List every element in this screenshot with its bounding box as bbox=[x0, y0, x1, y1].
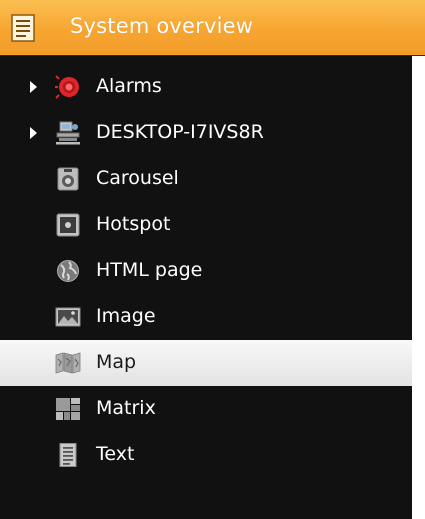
tree-item-alarms[interactable]: Alarms bbox=[0, 64, 412, 110]
tree-item-label: Map bbox=[96, 351, 137, 373]
carousel-icon bbox=[57, 167, 79, 191]
expand-arrow-icon[interactable] bbox=[30, 127, 37, 139]
tree-item-text[interactable]: Text bbox=[0, 432, 412, 478]
tree-item-label: DESKTOP-I7IVS8R bbox=[96, 121, 264, 143]
tree-item-map[interactable]: Map bbox=[0, 340, 412, 386]
system-overview-panel: System overview Alarms DESKTOP-I7IVS8R C… bbox=[0, 0, 425, 519]
globe-icon bbox=[57, 260, 79, 282]
tree-item-label: Image bbox=[96, 305, 156, 327]
hotspot-icon bbox=[56, 213, 80, 237]
tree-item-matrix[interactable]: Matrix bbox=[0, 386, 412, 432]
server-icon bbox=[56, 121, 80, 145]
tree-item-label: Alarms bbox=[96, 75, 162, 97]
tree-item-carousel[interactable]: Carousel bbox=[0, 156, 412, 202]
panel-right-edge bbox=[412, 56, 425, 519]
tree-item-hotspot[interactable]: Hotspot bbox=[0, 202, 412, 248]
image-icon bbox=[55, 307, 81, 327]
list-icon bbox=[11, 14, 35, 42]
panel-header[interactable]: System overview bbox=[0, 0, 425, 56]
tree-item-label: Text bbox=[96, 443, 135, 465]
map-icon bbox=[55, 352, 81, 374]
tree-item-label: Carousel bbox=[96, 167, 179, 189]
matrix-icon bbox=[56, 398, 80, 420]
tree-item-label: Hotspot bbox=[96, 213, 171, 235]
expand-arrow-icon[interactable] bbox=[30, 81, 37, 93]
tree-item-label: HTML page bbox=[96, 259, 203, 281]
panel-title: System overview bbox=[70, 14, 254, 38]
tree-item-html-page[interactable]: HTML page bbox=[0, 248, 412, 294]
tree-item-desktop[interactable]: DESKTOP-I7IVS8R bbox=[0, 110, 412, 156]
alarm-icon bbox=[55, 75, 79, 99]
tree-item-image[interactable]: Image bbox=[0, 294, 412, 340]
system-tree[interactable]: Alarms DESKTOP-I7IVS8R Carousel Hotspot … bbox=[0, 56, 412, 519]
text-document-icon bbox=[59, 443, 77, 467]
tree-item-label: Matrix bbox=[96, 397, 156, 419]
